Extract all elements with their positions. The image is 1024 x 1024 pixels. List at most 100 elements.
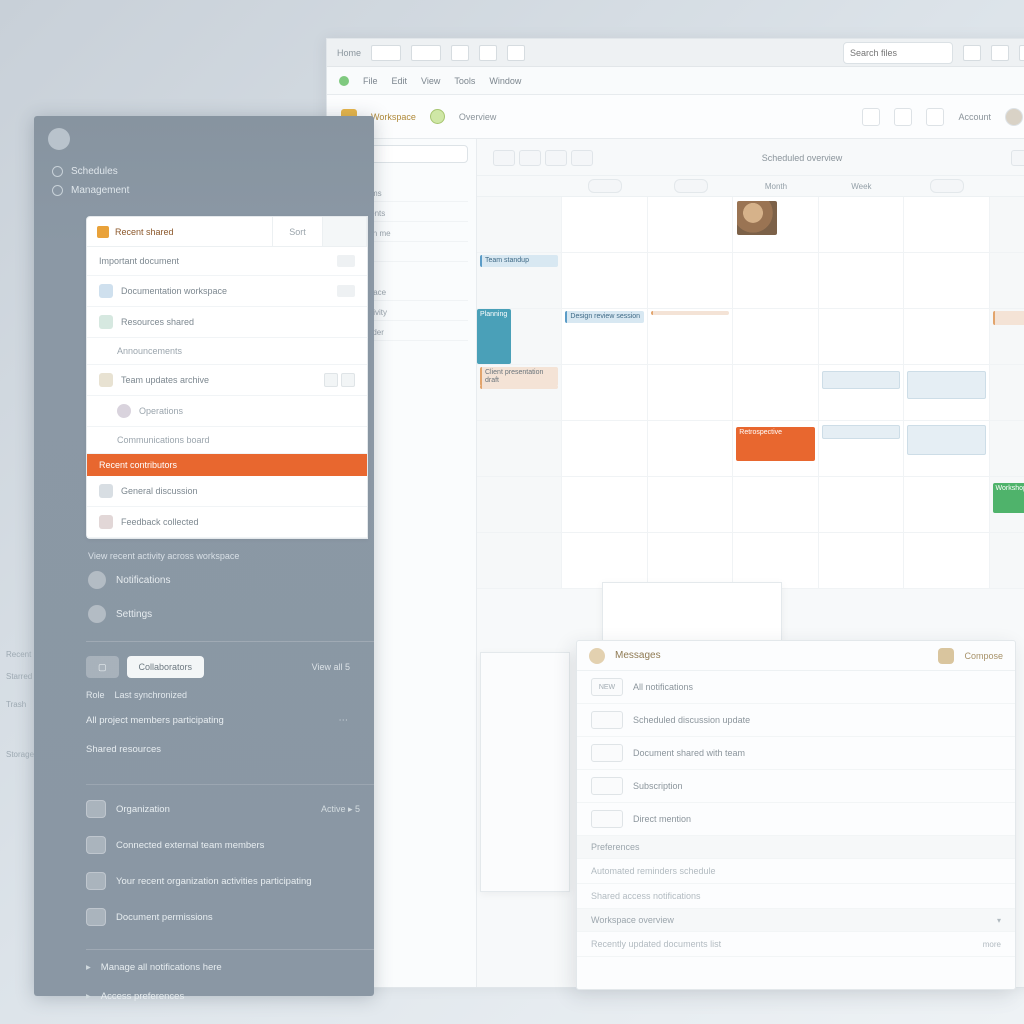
calendar-cell[interactable]: Planning	[477, 309, 562, 365]
menu-item[interactable]: Tools	[454, 76, 475, 86]
event-block[interactable]	[993, 311, 1024, 325]
calendar-cell[interactable]: Retrospective	[733, 421, 818, 477]
action-icon[interactable]	[341, 373, 355, 387]
titlebar-button[interactable]	[479, 45, 497, 61]
calendar-cell[interactable]: Client presentation draft	[477, 365, 562, 421]
calendar-cell[interactable]	[648, 365, 733, 421]
panel-tab-action[interactable]	[323, 217, 367, 246]
panel-item[interactable]: Communications board	[87, 427, 367, 454]
ribbon-action-button[interactable]	[926, 108, 944, 126]
calendar-cell[interactable]	[990, 309, 1024, 365]
titlebar-button[interactable]	[507, 45, 525, 61]
today-button[interactable]	[545, 150, 567, 166]
avatar-icon[interactable]	[938, 648, 954, 664]
calendar-cell[interactable]	[733, 533, 818, 589]
titlebar-button[interactable]	[451, 45, 469, 61]
sidebar-item[interactable]: Your recent organization activities part…	[86, 863, 374, 899]
view-tab[interactable]	[674, 179, 708, 193]
calendar-cell[interactable]	[990, 421, 1024, 477]
calendar-cell[interactable]	[990, 365, 1024, 421]
prev-button[interactable]	[493, 150, 515, 166]
calendar-cell[interactable]	[733, 197, 818, 253]
edge-label[interactable]: Starred	[6, 672, 32, 681]
ribbon-action-button[interactable]	[894, 108, 912, 126]
panel-item[interactable]: Documentation workspace	[87, 276, 367, 307]
edge-label[interactable]: Trash	[6, 700, 26, 709]
toolbar-button[interactable]	[1011, 150, 1024, 166]
calendar-cell[interactable]: Workshop	[990, 477, 1024, 533]
calendar-cell[interactable]	[990, 533, 1024, 589]
collaborators-chip[interactable]: Collaborators	[127, 656, 205, 678]
calendar-cell[interactable]	[733, 477, 818, 533]
calendar-cell[interactable]	[562, 533, 647, 589]
event-block[interactable]	[907, 371, 985, 399]
calendar-cell[interactable]	[819, 421, 904, 477]
calendar-cell[interactable]: Team standup	[477, 253, 562, 309]
user-avatar[interactable]	[48, 128, 70, 150]
list-item[interactable]: Document shared with team	[577, 737, 1015, 770]
menu-item[interactable]: View	[421, 76, 440, 86]
menu-item[interactable]: File	[363, 76, 378, 86]
account-label[interactable]: Account	[958, 112, 991, 122]
panel-tab-sort[interactable]: Sort	[273, 217, 323, 246]
calendar-cell[interactable]	[648, 253, 733, 309]
sidebar-item[interactable]: Connected external team members	[86, 827, 374, 863]
list-item[interactable]: Recently updated documents listmore	[577, 932, 1015, 957]
titlebar-button[interactable]	[411, 45, 441, 61]
calendar-cell[interactable]	[819, 477, 904, 533]
calendar-cell[interactable]	[990, 253, 1024, 309]
calendar-cell[interactable]	[819, 533, 904, 589]
calendar-cell[interactable]	[562, 197, 647, 253]
calendar-cell[interactable]	[904, 365, 989, 421]
calendar-cell[interactable]	[562, 253, 647, 309]
panel-item[interactable]: Operations	[87, 396, 367, 427]
calendar-cell[interactable]	[904, 477, 989, 533]
list-item[interactable]: Automated reminders schedule	[577, 859, 1015, 884]
sidebar-item[interactable]: Shared resources	[86, 735, 362, 764]
event-block[interactable]: Team standup	[480, 255, 558, 267]
avatar-icon[interactable]	[1005, 108, 1023, 126]
calendar-cell[interactable]	[733, 365, 818, 421]
ribbon-action-button[interactable]	[862, 108, 880, 126]
event-block[interactable]	[822, 425, 900, 439]
panel-highlight-strip[interactable]: Recent contributors	[87, 454, 367, 476]
panel-item[interactable]: General discussion	[87, 476, 367, 507]
sidebar-item[interactable]: Document permissions	[86, 899, 374, 935]
view-tab[interactable]	[930, 179, 964, 193]
event-block[interactable]	[480, 385, 558, 389]
menu-item[interactable]: Window	[489, 76, 521, 86]
calendar-cell[interactable]	[904, 253, 989, 309]
sidebar-row[interactable]: Notifications	[34, 563, 374, 597]
calendar-cell[interactable]	[904, 309, 989, 365]
panel-item[interactable]: Announcements	[87, 338, 367, 365]
list-item[interactable]: Scheduled discussion update	[577, 704, 1015, 737]
calendar-cell[interactable]	[904, 197, 989, 253]
menu-item[interactable]: Edit	[392, 76, 408, 86]
titlebar-button[interactable]	[1019, 45, 1024, 61]
calendar-cell[interactable]	[562, 477, 647, 533]
event-block[interactable]: Planning	[477, 309, 511, 364]
calendar-cell[interactable]	[648, 197, 733, 253]
chip-icon[interactable]: ▢	[86, 656, 119, 678]
next-button[interactable]	[519, 150, 541, 166]
calendar-cell[interactable]	[990, 197, 1024, 253]
panel-item[interactable]: Team updates archive	[87, 365, 367, 396]
calendar-cell[interactable]	[477, 197, 562, 253]
list-item[interactable]: Subscription	[577, 770, 1015, 803]
calendar-cell[interactable]	[648, 533, 733, 589]
event-block[interactable]: Client presentation draft	[480, 367, 558, 386]
panel-tab-main[interactable]: Recent shared	[87, 217, 273, 246]
calendar-cell[interactable]	[477, 477, 562, 533]
event-block[interactable]: Design review session	[565, 311, 643, 323]
panel-item[interactable]: Important document	[87, 247, 367, 276]
list-item[interactable]: NEWAll notifications	[577, 671, 1015, 704]
calendar-cell[interactable]	[562, 421, 647, 477]
calendar-cell[interactable]	[904, 533, 989, 589]
sidebar-row[interactable]: Settings	[34, 597, 374, 631]
calendar-cell[interactable]	[648, 477, 733, 533]
calendar-cell[interactable]	[562, 365, 647, 421]
panel-action-label[interactable]: Compose	[964, 651, 1003, 661]
sidebar-item[interactable]: All project members participating⋯	[86, 706, 362, 735]
view-all-link[interactable]: View all 5	[300, 656, 362, 678]
view-tab[interactable]: Month	[765, 182, 787, 191]
